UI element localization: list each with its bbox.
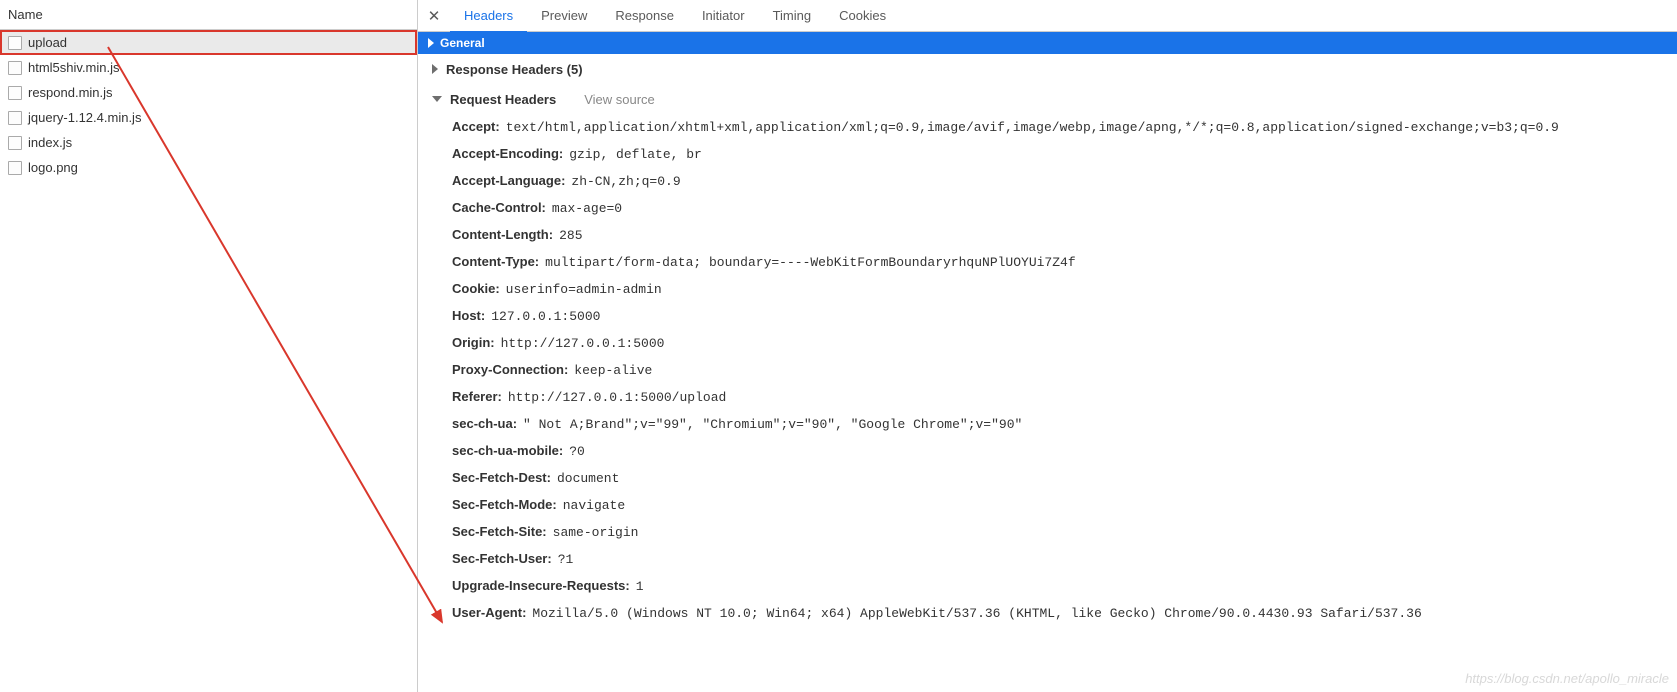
header-line: Accept:text/html,application/xhtml+xml,a… (452, 114, 1677, 141)
header-name: Accept-Encoding: (452, 141, 563, 167)
tab-timing[interactable]: Timing (759, 0, 826, 32)
file-name: logo.png (28, 160, 78, 175)
tab-response[interactable]: Response (601, 0, 688, 32)
file-row[interactable]: logo.png (0, 155, 417, 180)
tab-headers[interactable]: Headers (450, 0, 527, 32)
file-name: html5shiv.min.js (28, 60, 120, 75)
caret-down-icon (432, 96, 442, 102)
section-response-headers[interactable]: Response Headers (5) (418, 54, 1677, 84)
header-name: Sec-Fetch-User: (452, 546, 552, 572)
header-value: document (557, 466, 619, 492)
request-headers-body: Accept:text/html,application/xhtml+xml,a… (418, 114, 1677, 627)
header-value: text/html,application/xhtml+xml,applicat… (506, 115, 1559, 141)
header-name: Proxy-Connection: (452, 357, 568, 383)
header-name: Content-Type: (452, 249, 539, 275)
header-name: sec-ch-ua-mobile: (452, 438, 563, 464)
file-name: jquery-1.12.4.min.js (28, 110, 141, 125)
details-panel: ✕ HeadersPreviewResponseInitiatorTimingC… (418, 0, 1677, 692)
header-name: Origin: (452, 330, 495, 356)
header-value: multipart/form-data; boundary=----WebKit… (545, 250, 1076, 276)
header-value: gzip, deflate, br (569, 142, 702, 168)
tabs-bar: ✕ HeadersPreviewResponseInitiatorTimingC… (418, 0, 1677, 32)
file-icon (8, 111, 22, 125)
file-row[interactable]: respond.min.js (0, 80, 417, 105)
header-line: Accept-Language:zh-CN,zh;q=0.9 (452, 168, 1677, 195)
header-value: navigate (563, 493, 625, 519)
header-line: sec-ch-ua-mobile:?0 (452, 438, 1677, 465)
header-value: 1 (636, 574, 644, 600)
header-line: Content-Type:multipart/form-data; bounda… (452, 249, 1677, 276)
column-header-name[interactable]: Name (0, 0, 417, 30)
header-value: ?0 (569, 439, 585, 465)
header-name: Sec-Fetch-Site: (452, 519, 547, 545)
header-line: Cache-Control:max-age=0 (452, 195, 1677, 222)
caret-right-icon (432, 64, 438, 74)
header-line: Sec-Fetch-Site:same-origin (452, 519, 1677, 546)
header-line: Upgrade-Insecure-Requests:1 (452, 573, 1677, 600)
header-value: ?1 (558, 547, 574, 573)
file-icon (8, 161, 22, 175)
header-value: 285 (559, 223, 582, 249)
section-general-label: General (440, 32, 485, 54)
watermark: https://blog.csdn.net/apollo_miracle (1465, 671, 1669, 686)
header-name: Content-Length: (452, 222, 553, 248)
header-line: Host:127.0.0.1:5000 (452, 303, 1677, 330)
file-name: respond.min.js (28, 85, 113, 100)
tab-cookies[interactable]: Cookies (825, 0, 900, 32)
header-line: sec-ch-ua:" Not A;Brand";v="99", "Chromi… (452, 411, 1677, 438)
network-file-panel: Name upload html5shiv.min.js respond.min.j… (0, 0, 418, 692)
header-line: Content-Length: 285 (452, 222, 1677, 249)
header-line: Sec-Fetch-Dest:document (452, 465, 1677, 492)
file-name: index.js (28, 135, 72, 150)
file-icon (8, 36, 22, 50)
header-line: Referer:http://127.0.0.1:5000/upload (452, 384, 1677, 411)
caret-right-icon (428, 38, 434, 48)
header-name: Referer: (452, 384, 502, 410)
header-name: Accept-Language: (452, 168, 565, 194)
header-name: Cookie: (452, 276, 500, 302)
header-value: userinfo=admin-admin (506, 277, 662, 303)
section-request-headers[interactable]: Request Headers View source (418, 84, 1677, 114)
header-value: http://127.0.0.1:5000 (501, 331, 665, 357)
header-name: Host: (452, 303, 485, 329)
close-icon[interactable]: ✕ (424, 6, 444, 26)
header-line: Sec-Fetch-Mode:navigate (452, 492, 1677, 519)
header-name: Accept: (452, 114, 500, 140)
header-value: keep-alive (574, 358, 652, 384)
section-response-headers-label: Response Headers (5) (446, 62, 583, 77)
header-value: Mozilla/5.0 (Windows NT 10.0; Win64; x64… (532, 601, 1421, 627)
header-line: Proxy-Connection:keep-alive (452, 357, 1677, 384)
file-icon (8, 61, 22, 75)
tab-initiator[interactable]: Initiator (688, 0, 759, 32)
section-general[interactable]: General (418, 32, 1677, 54)
header-line: Accept-Encoding:gzip, deflate, br (452, 141, 1677, 168)
file-row[interactable]: index.js (0, 130, 417, 155)
tab-preview[interactable]: Preview (527, 0, 601, 32)
header-value: zh-CN,zh;q=0.9 (571, 169, 680, 195)
header-name: Upgrade-Insecure-Requests: (452, 573, 630, 599)
header-name: User-Agent: (452, 600, 526, 626)
header-name: Sec-Fetch-Dest: (452, 465, 551, 491)
header-name: Sec-Fetch-Mode: (452, 492, 557, 518)
header-value: http://127.0.0.1:5000/upload (508, 385, 726, 411)
file-name: upload (28, 35, 67, 50)
header-value: same-origin (553, 520, 639, 546)
view-source-link[interactable]: View source (584, 92, 655, 107)
file-icon (8, 136, 22, 150)
header-value: 127.0.0.1:5000 (491, 304, 600, 330)
header-value: " Not A;Brand";v="99", "Chromium";v="90"… (523, 412, 1022, 438)
file-row[interactable]: html5shiv.min.js (0, 55, 417, 80)
header-line: User-Agent:Mozilla/5.0 (Windows NT 10.0;… (452, 600, 1677, 627)
file-icon (8, 86, 22, 100)
header-value: max-age=0 (552, 196, 622, 222)
header-line: Origin:http://127.0.0.1:5000 (452, 330, 1677, 357)
file-list: upload html5shiv.min.js respond.min.js jque… (0, 30, 417, 692)
header-name: Cache-Control: (452, 195, 546, 221)
file-row[interactable]: jquery-1.12.4.min.js (0, 105, 417, 130)
header-line: Sec-Fetch-User:?1 (452, 546, 1677, 573)
header-line: Cookie:userinfo=admin-admin (452, 276, 1677, 303)
section-request-headers-label: Request Headers (450, 92, 556, 107)
header-name: sec-ch-ua: (452, 411, 517, 437)
file-row[interactable]: upload (0, 30, 417, 55)
